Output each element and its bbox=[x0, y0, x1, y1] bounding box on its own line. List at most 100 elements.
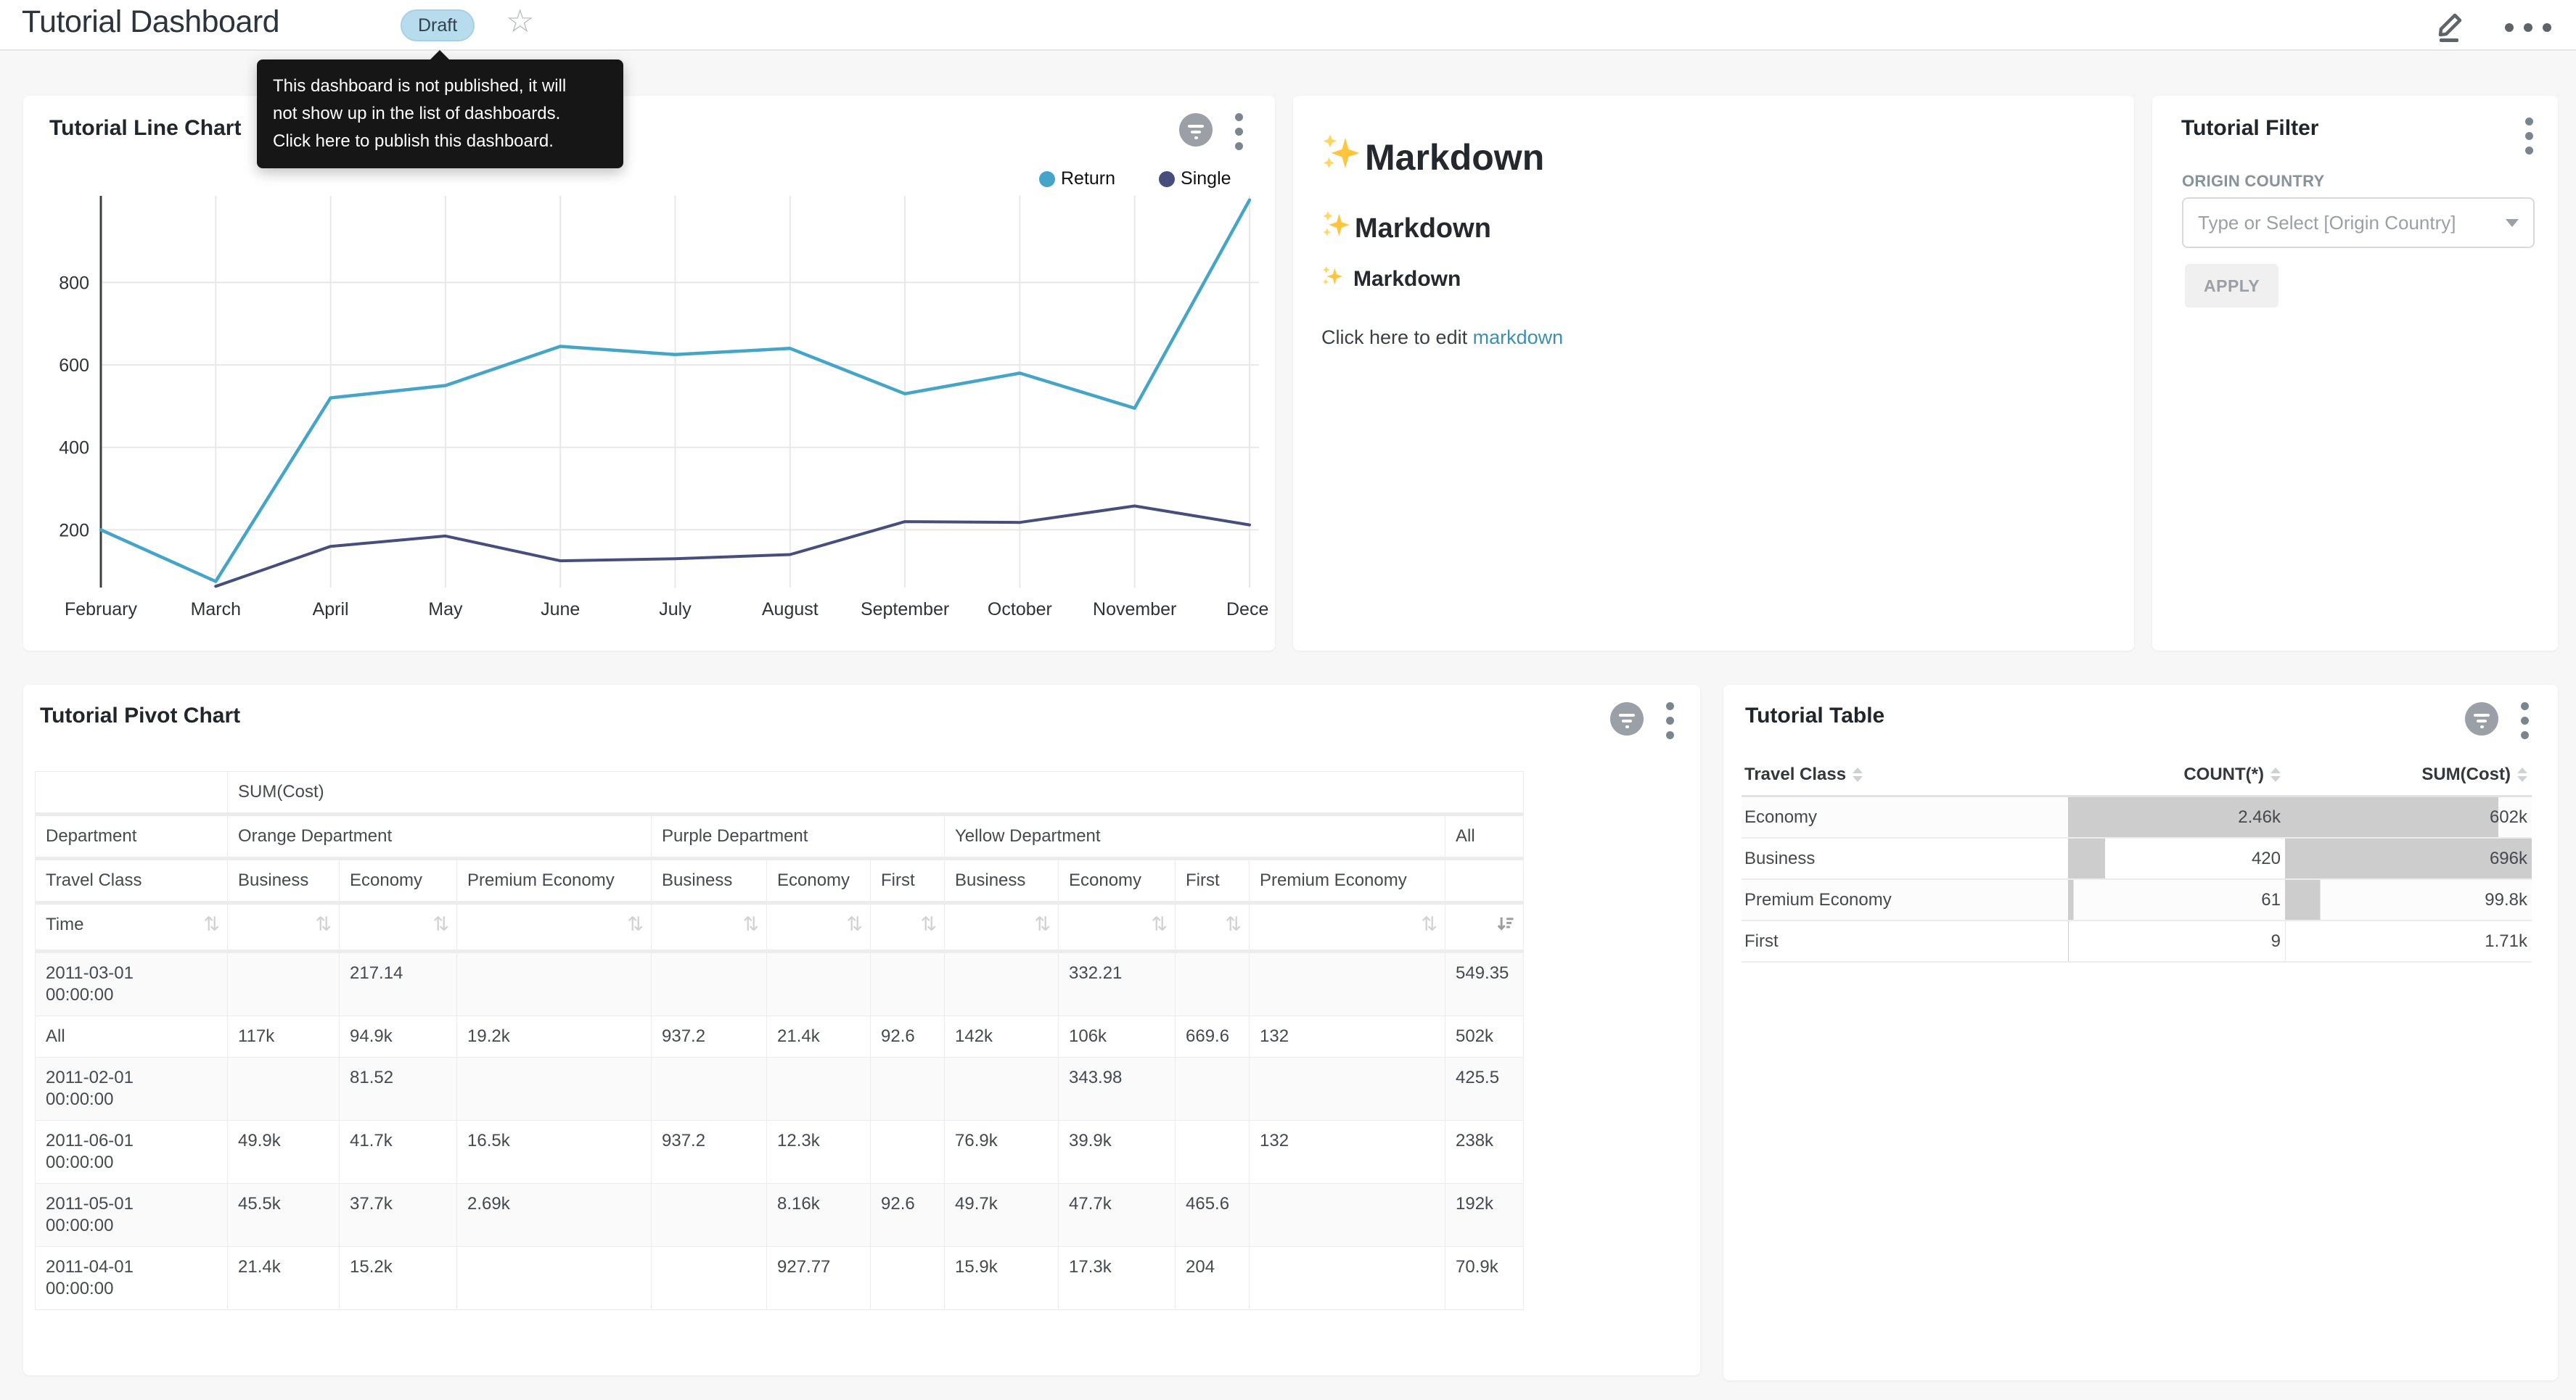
pivot-cell bbox=[652, 1058, 767, 1121]
filter-scope-icon[interactable] bbox=[1609, 701, 1644, 740]
pivot-cell: 70.9k bbox=[1445, 1247, 1524, 1310]
pivot-row: 2011-05-0100:00:0045.5k37.7k2.69k8.16k92… bbox=[36, 1184, 1524, 1247]
column-header-count[interactable]: COUNT(*) bbox=[2068, 757, 2285, 796]
markdown-paragraph: Click here to edit markdown bbox=[1321, 326, 1563, 349]
pivot-cell: 92.6 bbox=[871, 1016, 945, 1058]
sort-icon[interactable]: ⇅ bbox=[1034, 914, 1051, 936]
pivot-cell bbox=[457, 1247, 652, 1310]
legend-item-return[interactable]: Return bbox=[1039, 168, 1115, 189]
sort-icon[interactable]: ⇅ bbox=[1421, 914, 1437, 936]
chevron-down-icon bbox=[2506, 219, 2519, 227]
pivot-group-row: DepartmentOrange DepartmentPurple Depart… bbox=[36, 815, 1524, 859]
pivot-cell: 132 bbox=[1250, 1121, 1445, 1184]
filter-scope-icon[interactable] bbox=[2464, 701, 2499, 740]
pivot-cell bbox=[945, 1058, 1059, 1121]
column-header-travel-class[interactable]: Travel Class bbox=[1742, 757, 2068, 796]
pivot-cell: 106k bbox=[1059, 1016, 1176, 1058]
sort-icon[interactable]: ⇅ bbox=[203, 914, 220, 936]
column-header-sum-cost[interactable]: SUM(Cost) bbox=[2285, 757, 2532, 796]
pivot-cell bbox=[457, 1058, 652, 1121]
pivot-group-header: Yellow Department bbox=[945, 815, 1445, 859]
sort-icon[interactable]: ⇅ bbox=[1225, 914, 1242, 936]
pivot-class-row: Travel ClassBusinessEconomyPremium Econo… bbox=[36, 859, 1524, 903]
pivot-cell: 49.7k bbox=[945, 1184, 1059, 1247]
status-badge[interactable]: Draft bbox=[401, 9, 475, 41]
pivot-sort-cell: ⇅ bbox=[1176, 903, 1250, 952]
y-axis-tick: 200 bbox=[59, 520, 89, 540]
pivot-dim-label: Department bbox=[36, 815, 228, 859]
pivot-cell bbox=[945, 952, 1059, 1016]
sort-icon[interactable]: ⇅ bbox=[846, 914, 863, 936]
chart-menu-icon[interactable] bbox=[1663, 699, 1677, 742]
pivot-metric-row: SUM(Cost) bbox=[36, 772, 1524, 815]
x-axis-tick: June bbox=[541, 599, 580, 619]
single-series-dot bbox=[1159, 171, 1175, 187]
pivot-cell: 94.9k bbox=[340, 1016, 457, 1058]
chart-menu-icon[interactable] bbox=[2518, 699, 2532, 742]
filter-card-title: Tutorial Filter bbox=[2181, 116, 2318, 141]
markdown-heading-1: Markdown bbox=[1321, 133, 1544, 181]
x-axis-tick: August bbox=[762, 599, 819, 619]
pivot-col-header: Premium Economy bbox=[1250, 859, 1445, 903]
pivot-cell bbox=[1176, 1121, 1250, 1184]
origin-country-select[interactable]: Type or Select [Origin Country] bbox=[2182, 197, 2535, 248]
pivot-col-header: Business bbox=[945, 859, 1059, 903]
table-row: Premium Economy6199.8k bbox=[1742, 879, 2532, 921]
pivot-cell: 425.5 bbox=[1445, 1058, 1524, 1121]
pivot-cell: 142k bbox=[945, 1016, 1059, 1058]
pivot-cell: 81.52 bbox=[340, 1058, 457, 1121]
apply-button[interactable]: APPLY bbox=[2185, 264, 2278, 308]
sort-icon bbox=[1853, 767, 1863, 782]
pivot-cell: 502k bbox=[1445, 1016, 1524, 1058]
sort-icon[interactable]: ⇅ bbox=[742, 914, 759, 936]
y-axis-tick: 400 bbox=[59, 438, 89, 458]
pivot-row-label: All bbox=[36, 1016, 228, 1058]
markdown-heading-2: Markdown bbox=[1321, 210, 1491, 247]
sort-icon[interactable]: ⇅ bbox=[432, 914, 449, 936]
table-header-row: Travel Class COUNT(*) SUM(Cost) bbox=[1742, 757, 2532, 796]
pivot-row-label: 2011-06-0100:00:00 bbox=[36, 1121, 228, 1184]
pivot-cell bbox=[1250, 1058, 1445, 1121]
pivot-row-label: 2011-02-0100:00:00 bbox=[36, 1058, 228, 1121]
table-cell-sum: 696k bbox=[2285, 838, 2532, 879]
edit-pencil-icon[interactable] bbox=[2434, 7, 2467, 47]
table-row: Economy2.46k602k bbox=[1742, 796, 2532, 839]
pivot-cell: 15.2k bbox=[340, 1247, 457, 1310]
sort-icon bbox=[2271, 767, 2281, 782]
pivot-cell: 465.6 bbox=[1176, 1184, 1250, 1247]
sort-icon[interactable]: ⇅ bbox=[315, 914, 332, 936]
pivot-time-header: Time⇅ bbox=[36, 903, 228, 952]
x-axis-tick: November bbox=[1093, 599, 1176, 619]
more-options-icon[interactable] bbox=[2501, 19, 2556, 36]
table-cell-sum: 99.8k bbox=[2285, 879, 2532, 921]
sort-icon[interactable]: ⇅ bbox=[920, 914, 937, 936]
pivot-row-label: 2011-05-0100:00:00 bbox=[36, 1184, 228, 1247]
dashboard-header: Tutorial Dashboard Draft ☆ bbox=[0, 0, 2576, 51]
pivot-group-header: Orange Department bbox=[228, 815, 652, 859]
table-cell-travel-class: Business bbox=[1742, 838, 2068, 879]
filter-scope-icon[interactable] bbox=[1178, 112, 1213, 151]
pivot-sort-cell: ⇅ bbox=[340, 903, 457, 952]
pivot-row: All117k94.9k19.2k937.221.4k92.6142k106k6… bbox=[36, 1016, 1524, 1058]
y-axis-tick: 600 bbox=[59, 355, 89, 376]
favorite-star-icon[interactable]: ☆ bbox=[506, 6, 534, 38]
y-axis-tick: 800 bbox=[59, 273, 89, 293]
sort-icon[interactable]: ⇅ bbox=[1151, 914, 1168, 936]
pivot-cell: 192k bbox=[1445, 1184, 1524, 1247]
pivot-cell: 204 bbox=[1176, 1247, 1250, 1310]
markdown-heading-text: Markdown bbox=[1353, 267, 1461, 292]
markdown-card: Markdown Markdown Markdown Click here to… bbox=[1293, 96, 2134, 651]
pivot-group-header: Purple Department bbox=[652, 815, 945, 859]
pivot-cell: 238k bbox=[1445, 1121, 1524, 1184]
pivot-table: SUM(Cost)DepartmentOrange DepartmentPurp… bbox=[35, 771, 1524, 1310]
sort-icon[interactable]: ⇅ bbox=[627, 914, 644, 936]
chart-menu-icon[interactable] bbox=[1232, 110, 1246, 153]
chart-menu-icon[interactable] bbox=[2522, 115, 2536, 157]
edit-markdown-link[interactable]: markdown bbox=[1473, 326, 1564, 348]
legend-item-single[interactable]: Single bbox=[1159, 168, 1231, 189]
sort-descending-icon[interactable] bbox=[1496, 914, 1516, 940]
pivot-col-header: Economy bbox=[340, 859, 457, 903]
x-axis-tick: May bbox=[428, 599, 463, 619]
pivot-cell bbox=[1250, 1184, 1445, 1247]
pivot-cell: 17.3k bbox=[1059, 1247, 1176, 1310]
